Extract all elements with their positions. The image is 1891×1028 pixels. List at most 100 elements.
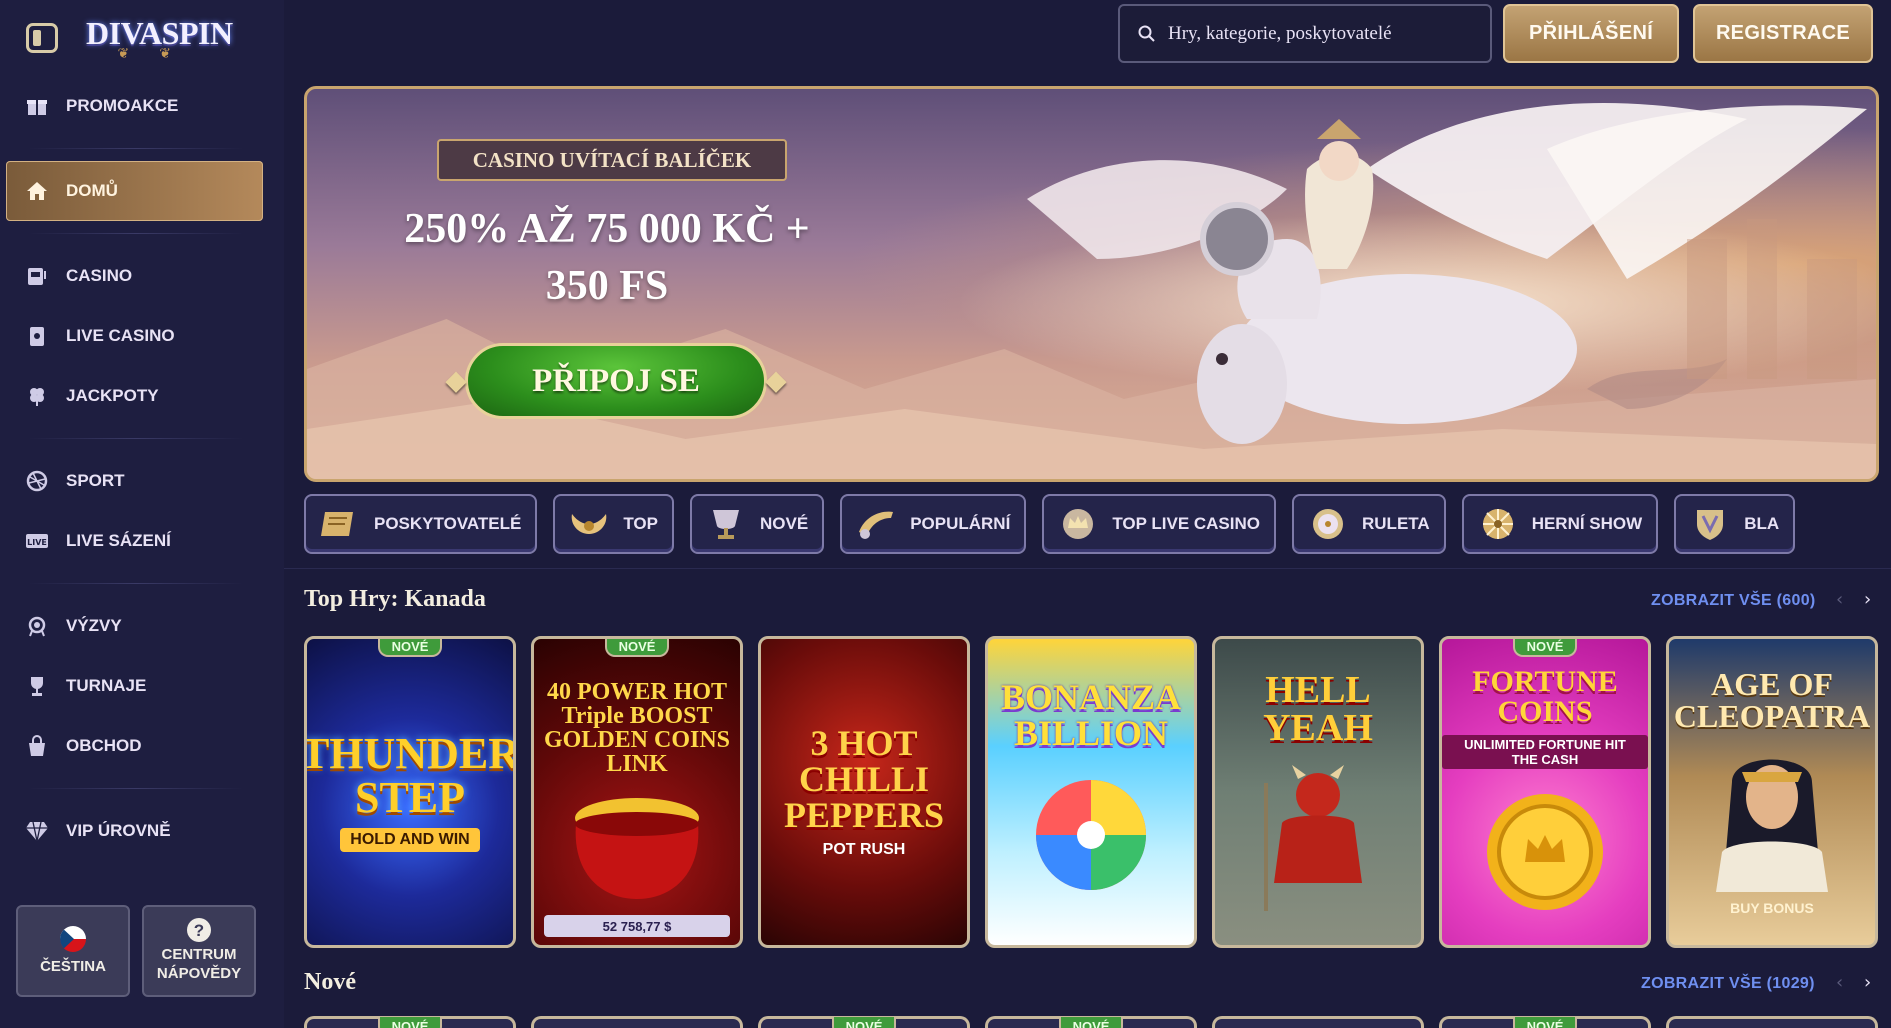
sidebar-item-live-sazeni[interactable]: LIVE LIVE SÁZENÍ xyxy=(0,511,284,571)
sidebar-item-promoakce[interactable]: PROMOAKCE xyxy=(0,76,284,136)
category-popularni[interactable]: POPULÁRNÍ xyxy=(840,494,1027,554)
game-title: AGE OF CLEOPATRA xyxy=(1673,666,1871,734)
sidebar-item-label: JACKPOTY xyxy=(66,386,159,405)
section-divider xyxy=(284,568,1891,569)
chevron-left-icon[interactable]: ‹ xyxy=(1836,589,1843,610)
game-card[interactable]: NOVÉ 40 POWER HOT Triple BOOST GOLDEN CO… xyxy=(531,636,743,948)
category-label: RULETA xyxy=(1362,514,1430,533)
new-badge: NOVÉ xyxy=(605,639,669,657)
category-poskytovatele[interactable]: POSKYTOVATELÉ xyxy=(304,494,538,554)
trophy-icon xyxy=(24,673,50,699)
gold-pot-icon xyxy=(575,798,699,899)
game-title: BONANZA BILLION xyxy=(1000,677,1182,753)
slot-machine-icon xyxy=(24,263,50,289)
card-icon xyxy=(24,323,50,349)
category-ruleta[interactable]: RULETA xyxy=(1292,494,1446,554)
cup-icon xyxy=(704,504,748,544)
svg-text:LIVE: LIVE xyxy=(27,538,47,547)
join-button[interactable]: PŘIPOJ SE xyxy=(446,343,786,419)
sidebar-item-obchod[interactable]: OBCHOD xyxy=(0,716,284,776)
game-title: THUNDER STEP xyxy=(304,729,516,822)
register-button[interactable]: REGISTRACE xyxy=(1693,4,1873,63)
logo-wings-icon: ❦❦ xyxy=(117,45,202,62)
banner-headline-line-2: 350 FS xyxy=(545,262,669,309)
game-card[interactable]: AGE OF CLEOPATRA BUY BONUS xyxy=(1666,636,1878,948)
sidebar-item-turnaje[interactable]: TURNAJE xyxy=(0,656,284,716)
sidebar-item-casino[interactable]: CASINO xyxy=(0,246,284,306)
search-input[interactable]: Hry, kategorie, poskytovatelé xyxy=(1118,4,1492,63)
category-top-live-casino[interactable]: TOP LIVE CASINO xyxy=(1042,494,1276,554)
banner-headline: 250% AŽ 75 000 KČ + 350 FS xyxy=(367,201,847,314)
sidebar-item-domu[interactable]: DOMŮ xyxy=(6,161,263,221)
category-top[interactable]: TOP xyxy=(553,494,674,554)
chevron-right-icon[interactable]: › xyxy=(1864,589,1871,610)
nav-divider xyxy=(28,233,244,234)
sidebar-item-vip-urovne[interactable]: VIP ÚROVNĚ xyxy=(0,801,284,861)
game-card[interactable]: 3 HOT CHILLI PEPPERS POT RUSH xyxy=(758,636,970,948)
category-label: HERNÍ SHOW xyxy=(1531,514,1643,533)
see-all-new-link[interactable]: ZOBRAZIT VŠE (1029) xyxy=(1641,975,1815,993)
chevron-right-icon[interactable]: › xyxy=(1864,972,1871,993)
sidebar-item-jackpoty[interactable]: JACKPOTY xyxy=(0,366,284,426)
category-label: TOP xyxy=(623,514,658,533)
logo[interactable]: DIVASPIN ❦❦ xyxy=(86,15,233,62)
chevron-left-icon[interactable]: ‹ xyxy=(1836,972,1843,993)
sidebar-item-label: TURNAJE xyxy=(66,676,147,695)
game-subtitle: POT RUSH xyxy=(822,841,906,858)
nav-divider xyxy=(28,583,244,584)
section-title-top: Top Hry: Kanada xyxy=(304,586,486,612)
section-title-new: Nové xyxy=(304,969,356,995)
shield-icon xyxy=(1688,504,1732,544)
game-card[interactable]: NOVÉ xyxy=(1439,1016,1651,1028)
login-button[interactable]: PŘIHLÁŠENÍ xyxy=(1503,4,1679,63)
new-badge: NOVÉ xyxy=(378,1017,442,1028)
nav-divider xyxy=(28,788,244,789)
help-center-button[interactable]: ? CENTRUM NÁPOVĚDY xyxy=(142,905,256,997)
see-all-top-link[interactable]: ZOBRAZIT VŠE (600) xyxy=(1651,592,1816,610)
sidebar-nav: PROMOAKCE DOMŮ CASINO LIVE CASINO JACKPO… xyxy=(0,76,284,861)
search-icon xyxy=(1138,25,1155,42)
game-card[interactable] xyxy=(531,1016,743,1028)
search-placeholder: Hry, kategorie, poskytovatelé xyxy=(1168,22,1392,44)
game-title: 3 HOT CHILLI PEPPERS xyxy=(783,723,944,835)
category-label: NOVÉ xyxy=(760,514,809,533)
game-title: HELL YEAH xyxy=(1263,669,1373,749)
category-nove[interactable]: NOVÉ xyxy=(690,494,825,554)
game-title: FORTUNE COINS xyxy=(1472,665,1618,728)
game-card[interactable]: NOVÉ xyxy=(985,1016,1197,1028)
category-bar: POSKYTOVATELÉ TOP NOVÉ POPULÁRNÍ TOP LIV… xyxy=(304,494,1859,556)
sidebar-item-sport[interactable]: SPORT xyxy=(0,451,284,511)
game-subtitle: UNLIMITED FORTUNE HIT THE CASH xyxy=(1442,735,1648,769)
top-games-row: NOVÉ THUNDER STEP HOLD AND WIN NOVÉ 40 P… xyxy=(304,636,1878,948)
game-card[interactable]: HELL YEAH xyxy=(1212,636,1424,948)
devil-icon xyxy=(1264,765,1362,911)
game-subtitle: BUY BONUS xyxy=(1730,900,1814,916)
live-icon: LIVE xyxy=(24,528,50,554)
wings-icon xyxy=(567,504,611,544)
sidebar-toggle-icon[interactable] xyxy=(26,23,58,53)
category-label: POPULÁRNÍ xyxy=(910,514,1011,533)
pegasus-rider-illustration xyxy=(1027,103,1867,444)
target-icon xyxy=(24,613,50,639)
category-herni-show[interactable]: HERNÍ SHOW xyxy=(1461,494,1659,554)
game-card[interactable]: NOVÉ xyxy=(304,1016,516,1028)
game-card[interactable] xyxy=(1212,1016,1424,1028)
sidebar-item-label: VIP ÚROVNĚ xyxy=(66,821,171,840)
game-card[interactable] xyxy=(1666,1016,1878,1028)
sidebar: DIVASPIN ❦❦ PROMOAKCE DOMŮ CASINO LIVE C… xyxy=(0,0,284,1028)
promo-banner[interactable]: CASINO UVÍTACÍ BALÍČEK 250% AŽ 75 000 KČ… xyxy=(304,86,1879,482)
banner-tag: CASINO UVÍTACÍ BALÍČEK xyxy=(437,139,787,181)
language-label: ČEŠTINA xyxy=(40,957,106,975)
sidebar-item-vyzvy[interactable]: VÝZVY xyxy=(0,596,284,656)
game-card[interactable]: NOVÉ FORTUNE COINS UNLIMITED FORTUNE HIT… xyxy=(1439,636,1651,948)
category-bla[interactable]: BLA xyxy=(1674,494,1796,554)
game-card[interactable]: NOVÉ THUNDER STEP HOLD AND WIN xyxy=(304,636,516,948)
language-button[interactable]: ČEŠTINA xyxy=(16,905,130,997)
sidebar-item-label: CASINO xyxy=(66,266,133,285)
sidebar-item-label: DOMŮ xyxy=(66,181,118,200)
sidebar-item-live-casino[interactable]: LIVE CASINO xyxy=(0,306,284,366)
new-badge: NOVÉ xyxy=(378,639,442,657)
game-card[interactable]: BONANZA BILLION xyxy=(985,636,1197,948)
help-icon: ? xyxy=(187,918,211,943)
game-card[interactable]: NOVÉ xyxy=(758,1016,970,1028)
